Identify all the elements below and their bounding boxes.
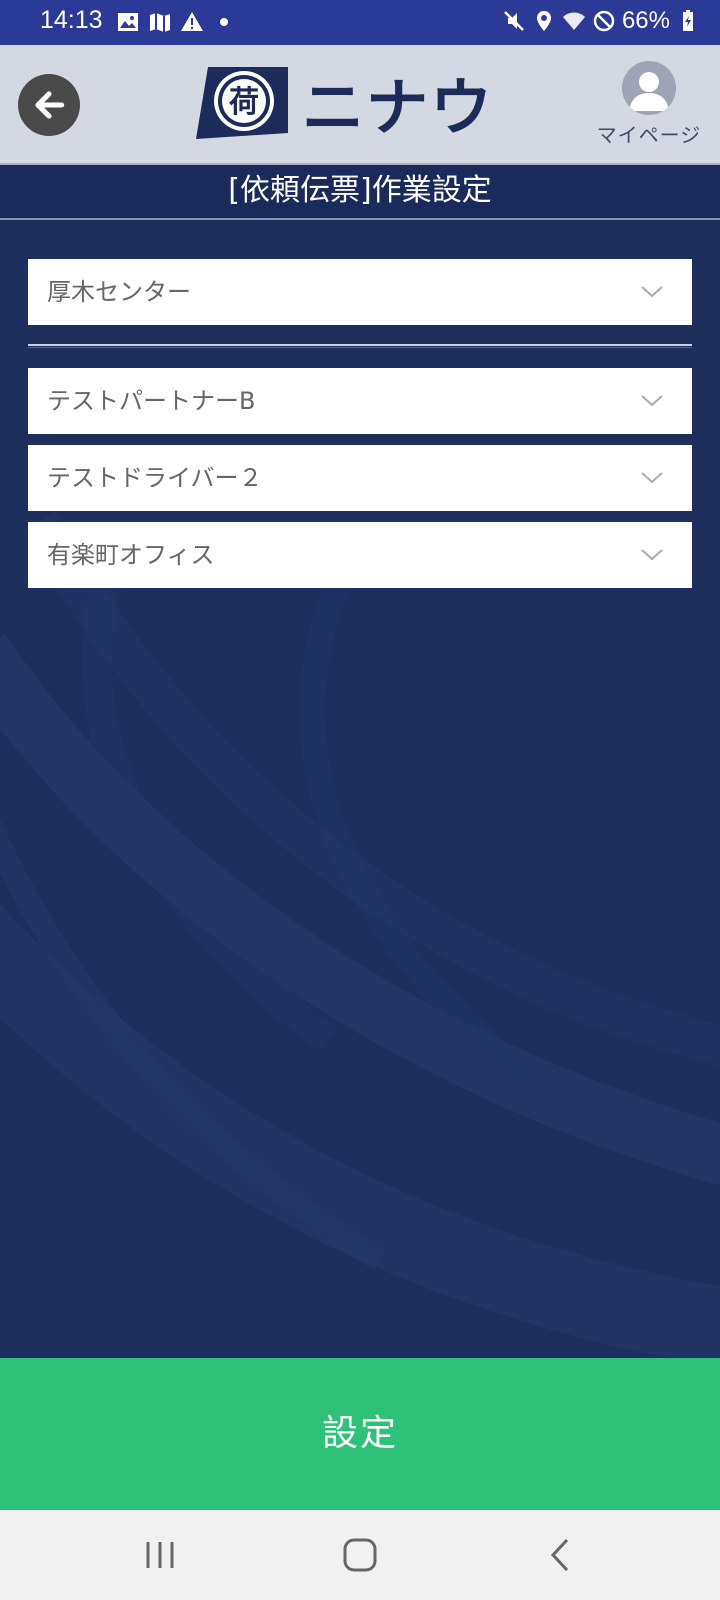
mute-icon	[504, 11, 524, 31]
battery-percent: 66%	[621, 7, 670, 34]
section-divider	[28, 344, 692, 348]
arrow-left-icon	[35, 91, 65, 119]
center-select[interactable]: 厚木センター	[28, 259, 692, 325]
center-select-value: 厚木センター	[47, 278, 191, 306]
page-title: [依頼伝票]作業設定	[0, 165, 720, 220]
avatar-icon	[622, 61, 676, 115]
dot-icon	[220, 18, 228, 26]
office-select[interactable]: 有楽町オフィス	[28, 522, 692, 588]
driver-select[interactable]: テストドライバー２	[28, 445, 692, 511]
status-bar: 14:13 66%	[0, 0, 720, 45]
system-icons: 66%	[502, 7, 700, 35]
logo-text: ニナウ	[302, 71, 494, 144]
map-icon	[150, 13, 170, 32]
notification-icons	[116, 8, 236, 36]
back-chevron-icon[interactable]	[539, 1532, 585, 1578]
image-icon	[118, 13, 138, 31]
system-nav-bar	[0, 1510, 720, 1600]
chevron-down-icon	[641, 472, 663, 484]
chevron-down-icon	[641, 395, 663, 407]
mypage-label: マイページ	[596, 123, 702, 147]
recent-apps-icon[interactable]	[137, 1532, 183, 1578]
status-time: 14:13	[40, 6, 103, 34]
chevron-down-icon	[641, 286, 663, 298]
partner-select[interactable]: テストパートナーB	[28, 368, 692, 434]
do-not-disturb-icon	[593, 10, 615, 32]
office-select-value: 有楽町オフィス	[47, 541, 215, 569]
app-header: 荷 ニナウ マイページ	[0, 45, 720, 165]
form-area: 厚木センター テストパートナーB テストドライバー２ 有楽町オフィス	[0, 220, 720, 1358]
brand-logo: 荷 ニナウ	[196, 67, 494, 144]
location-icon	[536, 11, 551, 31]
logo-mark: 荷	[229, 85, 259, 120]
settings-submit-button[interactable]: 設定	[0, 1358, 720, 1510]
warning-icon	[181, 12, 203, 31]
partner-select-value: テストパートナーB	[47, 387, 256, 415]
battery-charging-icon	[683, 10, 693, 31]
home-icon[interactable]	[337, 1532, 383, 1578]
wifi-icon	[562, 12, 585, 30]
mypage-button[interactable]: マイページ	[596, 61, 702, 153]
driver-select-value: テストドライバー２	[47, 464, 263, 492]
chevron-down-icon	[641, 549, 663, 561]
back-button[interactable]	[18, 74, 80, 136]
